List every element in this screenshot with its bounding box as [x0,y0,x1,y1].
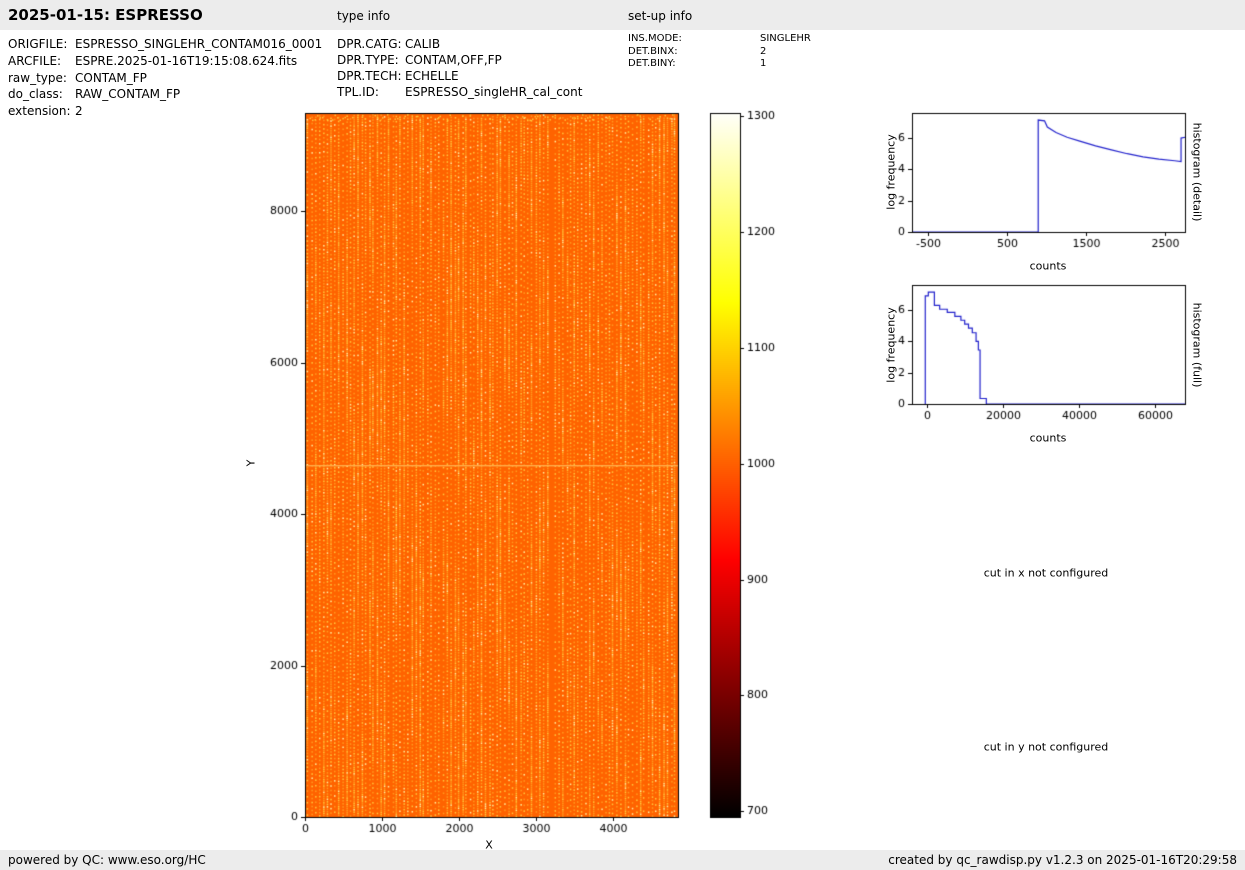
metadata-value: 2 [75,104,83,119]
metadata-value: CALIB [405,37,441,51]
metadata-label: DPR.TYPE: [337,53,399,67]
metadata-label: DPR.TECH: [337,69,402,83]
metadata-row-ins-mode: INS.MODE: SINGLEHR [628,33,811,46]
metadata-label: ORIGFILE: [8,37,68,51]
cut-x-note: cut in x not configured [983,566,1109,580]
footer-right-text: created by qc_rawdisp.py v1.2.3 on 2025-… [888,853,1237,867]
metadata-label: DPR.CATG: [337,37,402,51]
hist-full-right-label: histogram (full) [1190,302,1204,388]
metadata-row-dpr-tech: DPR.TECH: ECHELLE [337,68,582,84]
type-info-heading: type info [337,9,391,23]
metadata-value: ECHELLE [405,69,459,83]
metadata-value: ESPRESSO_singleHR_cal_cont [405,85,583,99]
cut-y-note: cut in y not configured [983,740,1109,754]
type-info-block: DPR.CATG: CALIB DPR.TYPE: CONTAM,OFF,FP … [337,36,582,100]
metadata-label: DET.BINX: [628,45,678,57]
metadata-row-origfile: ORIGFILE: ESPRESSO_SINGLEHR_CONTAM016_00… [8,36,322,53]
hist-full-xaxis-label: counts [1029,431,1067,445]
metadata-value: CONTAM,OFF,FP [405,53,502,67]
metadata-label: do_class: [8,87,63,102]
metadata-row-dpr-type: DPR.TYPE: CONTAM,OFF,FP [337,52,582,68]
metadata-label: raw_type: [8,70,67,85]
metadata-value: 1 [760,58,767,69]
hist-detail-yaxis-label: log frequency [884,134,898,210]
metadata-label: INS.MODE: [628,33,682,44]
footer-bar: powered by QC: www.eso.org/HC created by… [0,850,1245,870]
metadata-value: CONTAM_FP [75,70,147,85]
main-yaxis-label: Y [244,459,258,467]
header-bar: 2025-01-15: ESPRESSO type info set-up in… [0,0,1245,30]
metadata-label: extension: [8,104,71,119]
hist-full-yaxis-label: log frequency [884,307,898,383]
metadata-row-det-biny: DET.BINY: 1 [628,58,811,71]
page-title: 2025-01-15: ESPRESSO [8,6,203,24]
footer-left-text: powered by QC: www.eso.org/HC [8,853,206,867]
metadata-value: RAW_CONTAM_FP [75,87,181,102]
metadata-row-raw-type: raw_type: CONTAM_FP [8,70,322,87]
metadata-label: ARCFILE: [8,53,62,68]
metadata-value: ESPRE.2025-01-16T19:15:08.624.fits [75,53,298,68]
hist-detail-right-label: histogram (detail) [1190,122,1204,222]
raw-frame-heatmap [240,100,800,860]
metadata-row-tpl-id: TPL.ID: ESPRESSO_singleHR_cal_cont [337,84,582,100]
metadata-value: 2 [760,45,767,57]
qc-report-page: 2025-01-15: ESPRESSO type info set-up in… [0,0,1245,870]
metadata-value: ESPRESSO_SINGLEHR_CONTAM016_0001 [75,37,323,51]
setup-info-heading: set-up info [628,9,693,23]
metadata-row-dpr-catg: DPR.CATG: CALIB [337,36,582,52]
metadata-row-det-binx: DET.BINX: 2 [628,46,811,59]
metadata-label: DET.BINY: [628,58,676,69]
histogram-full-plot [840,272,1240,457]
setup-info-block: INS.MODE: SINGLEHR DET.BINX: 2 DET.BINY:… [628,33,811,71]
metadata-label: TPL.ID: [337,85,379,99]
histogram-detail-plot [840,100,1240,285]
hist-detail-xaxis-label: counts [1029,259,1067,273]
metadata-row-arcfile: ARCFILE: ESPRE.2025-01-16T19:15:08.624.f… [8,53,322,70]
metadata-value: SINGLEHR [760,33,811,44]
